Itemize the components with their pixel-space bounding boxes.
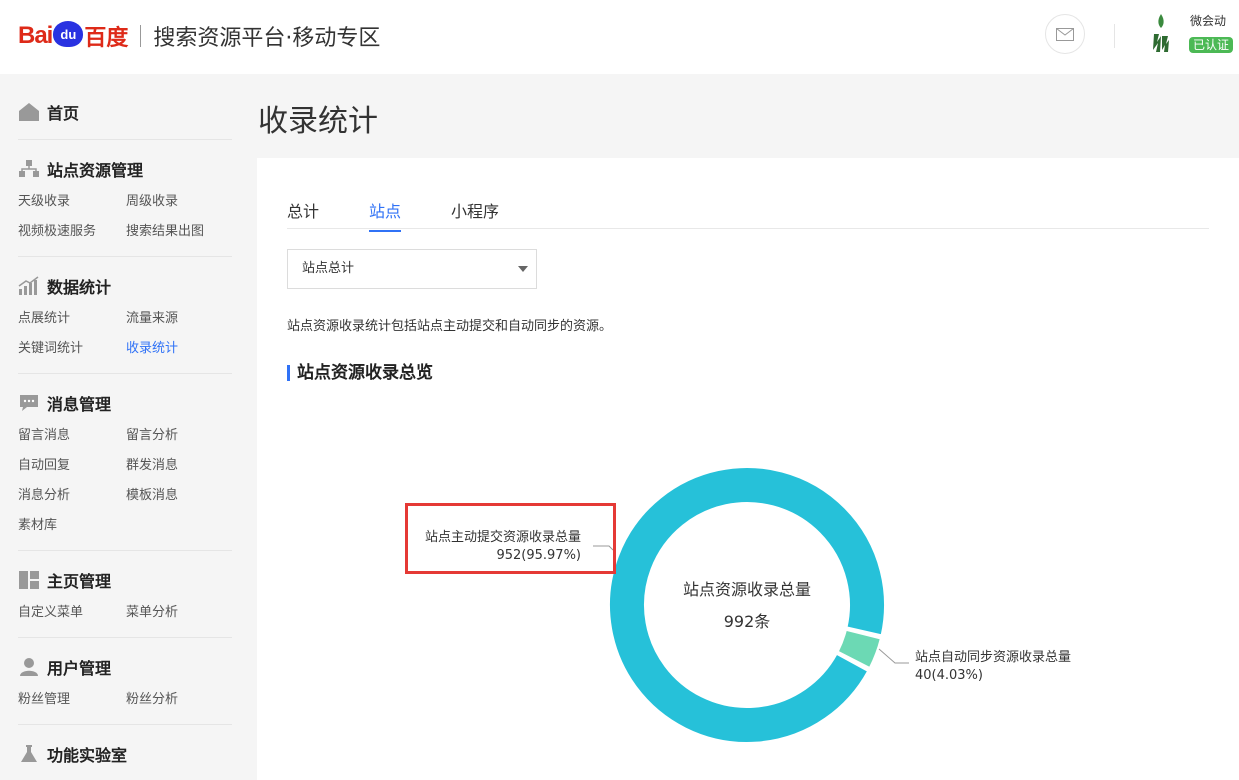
bar-chart-icon: [18, 275, 40, 297]
sidebar-group-homepage: 主页管理 自定义菜单 菜单分析: [18, 568, 232, 623]
chart-center-value: 992条: [724, 612, 771, 631]
sidebar-item-msg-analytics[interactable]: 消息分析: [18, 486, 126, 506]
home-icon: [18, 101, 40, 123]
content-card: 总计 站点 小程序 站点总计 站点资源收录统计包括站点主动提交和自动同步的资源。…: [257, 158, 1239, 780]
leader-line-1: [878, 648, 909, 664]
sidebar-item-fan-analysis[interactable]: 粉丝分析: [126, 690, 232, 710]
sidebar-group-stats: 数据统计 点展统计 流量来源 关键词统计 收录统计: [18, 274, 232, 359]
chart-center-title: 站点资源收录总量: [683, 580, 811, 599]
sidebar-item-impressions[interactable]: 点展统计: [18, 309, 126, 329]
header-divider: [1114, 24, 1115, 48]
donut-chart: 站点资源收录总量 992条 站点主动提交资源收录总量 952(95.97%) 站…: [425, 466, 1071, 744]
sidebar-divider: [18, 256, 232, 257]
sidebar: 首页 站点资源管理 天级收录 周级收录 视频极速服务 搜索结果出图 数据统计 点…: [0, 74, 248, 780]
donut-slice-0[interactable]: [608, 466, 886, 744]
sidebar-item-keywords[interactable]: 关键词统计: [18, 339, 126, 359]
chat-bubble-icon: [18, 392, 40, 414]
top-header: Bai du 百度 搜索资源平台·移动专区 微会动 已认证: [0, 0, 1239, 74]
sidebar-item-broadcast[interactable]: 群发消息: [126, 456, 232, 476]
sidebar-item-templates[interactable]: 模板消息: [126, 486, 232, 506]
sidebar-divider: [18, 373, 232, 374]
sidebar-group-title: 数据统计: [47, 278, 112, 297]
sidebar-group-messages: 消息管理 留言消息 留言分析 自动回复 群发消息 消息分析 模板消息 素材库: [18, 391, 232, 536]
sidebar-item-fans[interactable]: 粉丝管理: [18, 690, 126, 710]
sidebar-divider: [18, 139, 232, 140]
logo-text-bai: Bai: [18, 22, 53, 49]
sidebar-divider: [18, 550, 232, 551]
sidebar-group-resources: 站点资源管理 天级收录 周级收录 视频极速服务 搜索结果出图: [18, 157, 232, 242]
sidebar-item-video-service[interactable]: 视频极速服务: [18, 222, 126, 242]
sidebar-item-result-image[interactable]: 搜索结果出图: [126, 222, 232, 242]
layout-icon: [18, 569, 40, 591]
sidebar-item-daily-index[interactable]: 天级收录: [18, 192, 126, 212]
flask-icon: [18, 743, 40, 765]
sidebar-group-lab[interactable]: 功能实验室: [18, 742, 232, 766]
sidebar-group-title: 功能实验室: [47, 746, 128, 765]
sidebar-divider: [18, 724, 232, 725]
logo-text-baidu: 百度: [84, 26, 129, 51]
user-name[interactable]: 微会动: [1190, 12, 1226, 29]
sidebar-item-home[interactable]: 首页: [18, 100, 232, 124]
baidu-logo[interactable]: Bai du 百度 搜索资源平台·移动专区: [18, 16, 380, 56]
platform-title: 搜索资源平台·移动专区: [153, 26, 381, 51]
slice-label-value-1: 40(4.03%): [915, 668, 983, 683]
user-icon: [18, 656, 40, 678]
slice-label-name-1: 站点自动同步资源收录总量: [915, 650, 1071, 665]
highlight-box: [405, 503, 616, 574]
logo-divider: [140, 25, 142, 47]
sidebar-item-traffic-source[interactable]: 流量来源: [126, 309, 232, 329]
sidebar-item-materials[interactable]: 素材库: [18, 516, 126, 536]
sidebar-item-messages[interactable]: 留言消息: [18, 426, 126, 446]
sidebar-item-custom-menu[interactable]: 自定义菜单: [18, 603, 126, 623]
sidebar-item-menu-analysis[interactable]: 菜单分析: [126, 603, 232, 623]
sidebar-item-weekly-index[interactable]: 周级收录: [126, 192, 232, 212]
mail-button[interactable]: [1045, 14, 1085, 54]
logo-paw-du: du: [53, 21, 84, 47]
mail-icon: [1056, 27, 1074, 41]
verified-badge: 已认证: [1189, 37, 1234, 53]
sidebar-group-title: 主页管理: [47, 572, 112, 591]
sidebar-item-auto-reply[interactable]: 自动回复: [18, 456, 126, 476]
sidebar-divider: [18, 637, 232, 638]
page-title: 收录统计: [258, 104, 378, 139]
avatar[interactable]: [1148, 12, 1174, 54]
sidebar-item-index-stats[interactable]: 收录统计: [126, 339, 232, 359]
sitemap-icon: [18, 158, 40, 180]
sidebar-group-users: 用户管理 粉丝管理 粉丝分析: [18, 655, 232, 710]
sidebar-group-title: 用户管理: [47, 659, 112, 678]
sidebar-group-title: 站点资源管理: [47, 161, 144, 180]
sidebar-item-label: 首页: [47, 104, 80, 123]
sidebar-group-title: 消息管理: [47, 395, 112, 414]
sidebar-item-message-analysis[interactable]: 留言分析: [126, 426, 232, 446]
